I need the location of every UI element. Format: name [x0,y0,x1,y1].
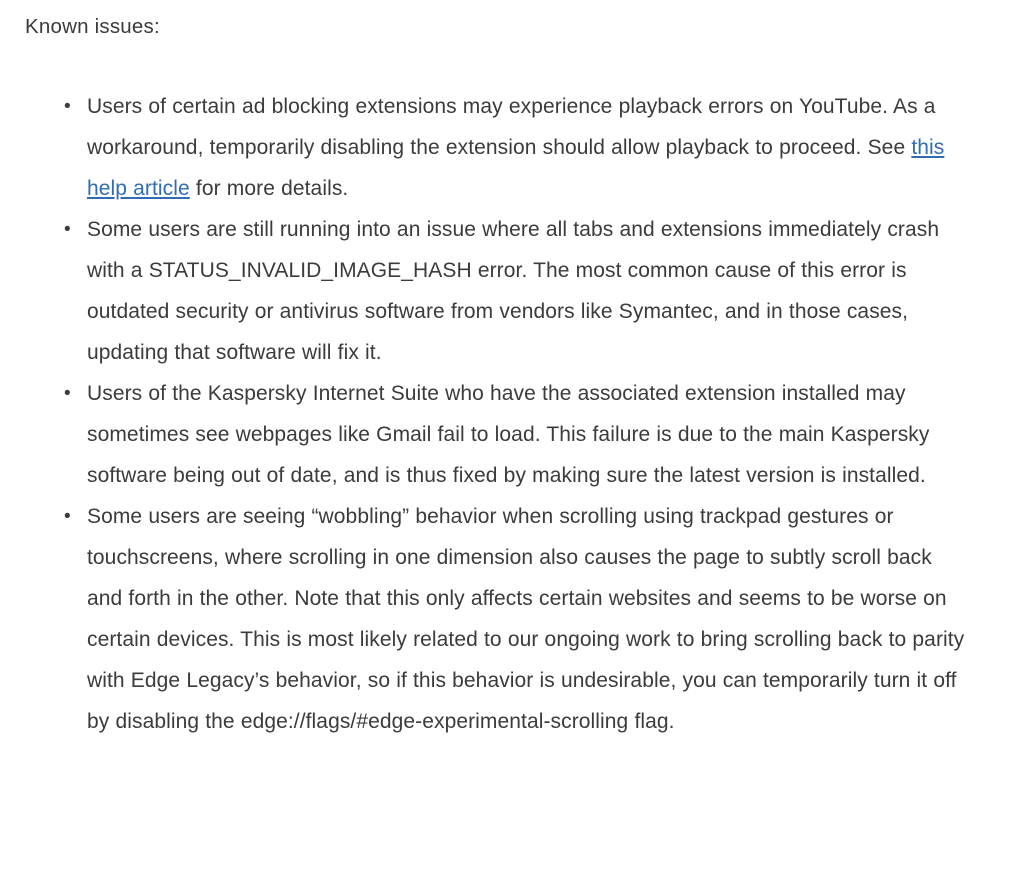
list-item: • Users of the Kaspersky Internet Suite … [0,373,1014,496]
document-page: Known issues: • Users of certain ad bloc… [0,0,1014,895]
known-issues-list: • Users of certain ad blocking extension… [0,86,1014,742]
issue-text-part-1: Some users are still running into an iss… [87,218,940,364]
page-title: Known issues: [25,15,160,38]
issue-text-part-1: Some users are seeing “wobbling” behavio… [87,505,965,733]
bullet-icon: • [64,383,71,404]
bullet-icon: • [64,96,71,117]
list-item: • Some users are seeing “wobbling” behav… [0,496,1014,742]
list-item: • Some users are still running into an i… [0,209,1014,373]
issue-text-part-1: Users of the Kaspersky Internet Suite wh… [87,382,930,487]
issue-text-part-1: Users of certain ad blocking extensions … [87,95,936,159]
bullet-icon: • [64,506,71,527]
issue-text-part-2: for more details. [189,177,349,200]
list-item: • Users of certain ad blocking extension… [0,86,1014,209]
bullet-icon: • [64,219,71,240]
